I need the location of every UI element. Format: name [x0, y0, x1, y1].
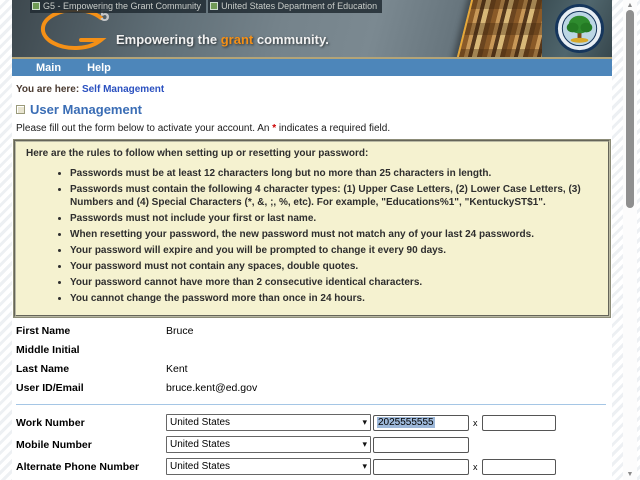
page-content: 5 Empowering the grant community. G5 - E…	[12, 0, 612, 480]
breadcrumb: You are here: Self Management	[12, 76, 612, 95]
department-of-education-seal-icon	[554, 3, 605, 54]
password-rule: When resetting your password, the new pa…	[70, 228, 598, 241]
alternate-number-input[interactable]	[373, 458, 469, 475]
page-icon	[32, 2, 40, 10]
mobile-number-country-select[interactable]: United States ▾	[166, 436, 371, 453]
tab-doe[interactable]: United States Department of Education	[208, 0, 383, 13]
password-rule: Passwords must contain the following 4 c…	[70, 183, 598, 209]
first-name-label: First Name	[16, 325, 71, 337]
password-rule: Passwords must not include your first or…	[70, 212, 598, 225]
password-rule: Your password cannot have more than 2 co…	[70, 276, 598, 289]
password-rule: Your password will expire and you will b…	[70, 244, 598, 257]
chevron-down-icon: ▾	[362, 439, 367, 449]
tab-g5[interactable]: G5 - Empowering the Grant Community	[30, 0, 207, 13]
extension-separator: x	[473, 417, 478, 428]
nav-main[interactable]: Main	[36, 62, 61, 74]
breadcrumb-prefix: You are here:	[16, 84, 80, 95]
middle-initial-label: Middle Initial	[16, 344, 80, 356]
scroll-down-icon[interactable]: ▼	[623, 471, 637, 478]
tab-g5-label: G5 - Empowering the Grant Community	[43, 1, 202, 11]
work-number-country-select[interactable]: United States ▾	[166, 414, 371, 431]
work-number-input[interactable]: 2025555555	[373, 414, 469, 431]
scrollbar-thumb[interactable]	[626, 10, 634, 208]
password-rule: Your password must not contain any space…	[70, 260, 598, 273]
user-id-row: User ID/Email bruce.kent@ed.gov	[16, 381, 608, 395]
tab-doe-label: United States Department of Education	[221, 1, 378, 11]
password-rule: You cannot change the password more than…	[70, 292, 598, 305]
main-navbar: Main Help	[12, 57, 612, 76]
nav-help[interactable]: Help	[87, 62, 111, 74]
banner-tagline: Empowering the grant community.	[116, 32, 329, 47]
last-name-value: Kent	[166, 363, 188, 375]
mobile-number-label: Mobile Number	[16, 438, 92, 451]
last-name-row: Last Name Kent	[16, 362, 608, 376]
user-management-form: First Name Bruce Middle Initial Last Nam…	[12, 317, 612, 480]
alternate-number-row: Alternate Phone Number United States ▾ x	[16, 458, 608, 475]
alternate-number-ext-input[interactable]	[481, 458, 556, 475]
middle-initial-row: Middle Initial	[16, 343, 608, 357]
user-id-value: bruce.kent@ed.gov	[166, 382, 258, 394]
chevron-down-icon: ▾	[362, 461, 367, 471]
password-rules-list: Passwords must be at least 12 characters…	[70, 167, 598, 305]
first-name-value: Bruce	[166, 325, 194, 337]
work-number-row: Work Number United States ▾ 2025555555 x	[16, 414, 608, 431]
extension-separator: x	[473, 461, 478, 472]
section-divider	[16, 404, 606, 405]
page-title-row: User Management	[12, 95, 612, 117]
password-rules-title: Here are the rules to follow when settin…	[26, 148, 369, 159]
scroll-up-icon[interactable]: ▲	[623, 2, 637, 9]
vertical-scrollbar[interactable]: ▲ ▼	[623, 0, 637, 480]
page-icon	[210, 2, 219, 10]
page-title: User Management	[30, 102, 142, 117]
mobile-number-input[interactable]	[373, 436, 469, 453]
alternate-number-country-select[interactable]: United States ▾	[166, 458, 371, 475]
first-name-row: First Name Bruce	[16, 324, 608, 338]
breadcrumb-link-self-management[interactable]: Self Management	[82, 84, 164, 95]
password-rule: Passwords must be at least 12 characters…	[70, 167, 598, 180]
last-name-label: Last Name	[16, 363, 70, 375]
user-id-label: User ID/Email	[16, 382, 84, 394]
work-number-label: Work Number	[16, 416, 85, 429]
header-banner: 5 Empowering the grant community. G5 - E…	[12, 0, 612, 57]
alternate-number-label: Alternate Phone Number	[16, 460, 140, 473]
section-icon	[16, 105, 25, 114]
mobile-number-row: Mobile Number United States ▾	[16, 436, 608, 453]
password-rules-box: Here are the rules to follow when settin…	[13, 139, 611, 318]
window-title-tabs: G5 - Empowering the Grant Community Unit…	[30, 0, 383, 13]
work-number-ext-input[interactable]	[481, 414, 556, 431]
chevron-down-icon: ▾	[362, 417, 367, 427]
form-instruction: Please fill out the form below to activa…	[16, 123, 391, 134]
